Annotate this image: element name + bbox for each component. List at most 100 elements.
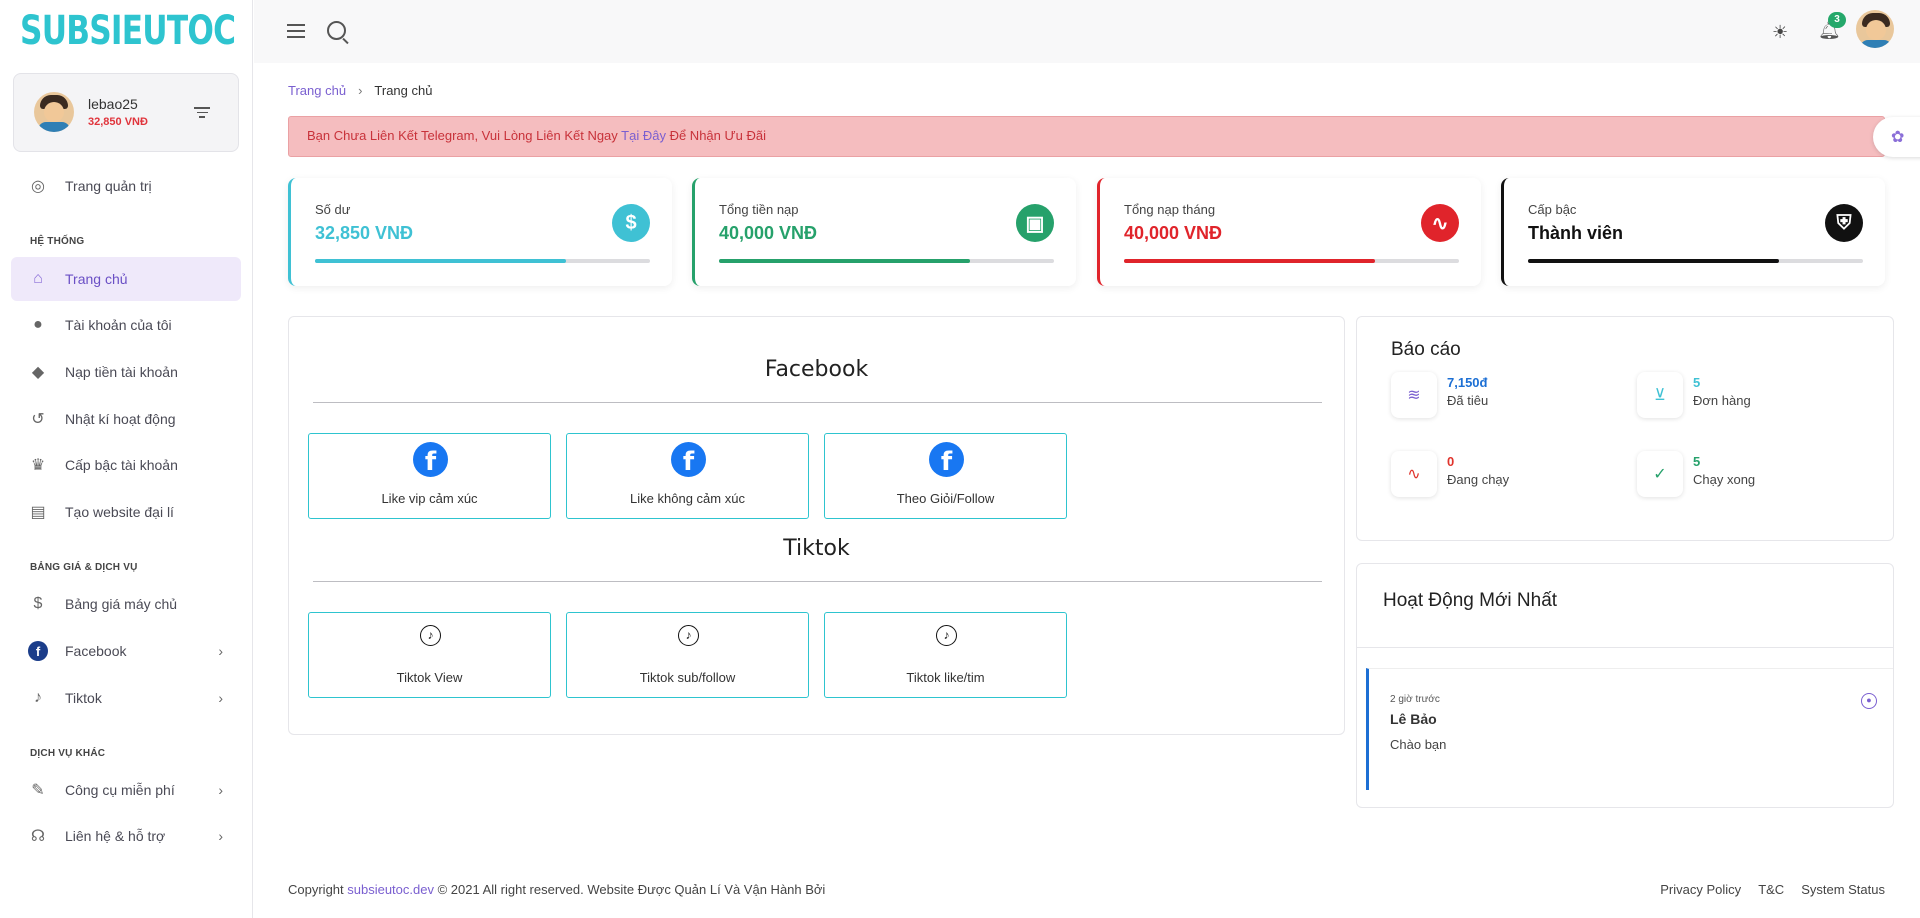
chevron-right-icon: ›: [218, 690, 223, 706]
tiktok-icon: ♪: [936, 625, 957, 646]
facebook-icon: f: [671, 442, 706, 477]
filter-icon[interactable]: [194, 107, 210, 119]
activity-time: 2 giờ trước: [1390, 694, 1440, 705]
user-avatar: [34, 92, 74, 132]
user-balance: 32,850 VNĐ: [88, 116, 148, 128]
facebook-icon: f: [413, 442, 448, 477]
follow-button[interactable]: f Theo Giỏi/Follow: [824, 433, 1067, 519]
chevron-right-icon: ›: [218, 782, 223, 798]
like-no-reaction-button[interactable]: f Like không cảm xúc: [566, 433, 809, 519]
telegram-alert: Bạn Chưa Liên Kết Telegram, Vui Lòng Liê…: [288, 116, 1885, 157]
services-panel: Facebook f Like vip cảm xúc f Like không…: [288, 316, 1345, 735]
headset-icon: ☊: [30, 828, 46, 845]
sidebar-item-admin[interactable]: ◎ Trang quản trị: [11, 164, 241, 208]
settings-gear-icon[interactable]: ✿: [1873, 117, 1920, 157]
sidebar-item-facebook[interactable]: f Facebook ›: [11, 629, 241, 673]
section-bang-gia: BẢNG GIÁ & DỊCH VỤ: [30, 562, 138, 573]
theme-toggle-icon[interactable]: ☀: [1772, 22, 1788, 43]
tiktok-view-button[interactable]: ♪ Tiktok View: [308, 612, 551, 698]
sidebar-item-pricing[interactable]: $ Bảng giá máy chủ: [11, 582, 241, 626]
sidebar-item-label: Nhật kí hoạt động: [65, 411, 176, 427]
dollar-circle-icon: $: [33, 595, 43, 612]
stat-progress: [719, 259, 1054, 263]
tiktok-section-title: Tiktok: [783, 536, 850, 561]
activity-message: Chào bạn: [1390, 737, 1447, 752]
activity-panel: Hoạt Động Mới Nhất 2 giờ trước Lê Bảo Ch…: [1356, 563, 1894, 808]
report-label: Đã tiêu: [1447, 393, 1489, 408]
sidebar-item-rank[interactable]: ♛ Cấp bậc tài khoản: [11, 443, 241, 487]
service-label: Like vip cảm xúc: [381, 491, 478, 506]
report-value: 7,150đ: [1447, 375, 1488, 390]
report-value: 5: [1693, 454, 1701, 469]
sidebar-item-account[interactable]: ● Tài khoản của tôi: [11, 303, 241, 347]
sidebar-item-tools[interactable]: ✎ Công cụ miễn phí ›: [11, 768, 241, 812]
chevron-right-icon: ›: [218, 643, 223, 659]
database-icon: ≋: [1391, 372, 1437, 418]
copyright-text: Copyright: [288, 882, 348, 897]
sidebar-item-topup[interactable]: ◆ Nạp tiền tài khoản: [11, 350, 241, 394]
sidebar-item-label: Trang chủ: [65, 271, 128, 287]
sidebar-item-tiktok[interactable]: ♪ Tiktok ›: [11, 676, 241, 720]
alert-link[interactable]: Tại Đây: [621, 128, 666, 143]
wallet-icon: ▣: [1016, 204, 1054, 242]
history-icon: ↺: [31, 411, 45, 428]
tiktok-follow-button[interactable]: ♪ Tiktok sub/follow: [566, 612, 809, 698]
stat-value: 40,000 VNĐ: [1124, 223, 1223, 243]
facebook-section-title: Facebook: [764, 357, 869, 382]
sidebar-item-agency[interactable]: ▤ Tạo website đại lí: [11, 490, 241, 534]
service-label: Tiktok like/tim: [906, 670, 985, 685]
tiktok-like-button[interactable]: ♪ Tiktok like/tim: [824, 612, 1067, 698]
target-icon: ◎: [31, 178, 45, 195]
stat-label: Cấp bậc: [1528, 202, 1577, 217]
status-link[interactable]: System Status: [1801, 882, 1885, 897]
divider: [313, 402, 1322, 403]
service-label: Tiktok View: [396, 670, 463, 685]
stat-value: 32,850 VNĐ: [315, 223, 414, 243]
report-title: Báo cáo: [1391, 339, 1461, 360]
notification-badge: 3: [1828, 12, 1846, 28]
user-card[interactable]: lebao25 32,850 VNĐ: [13, 73, 239, 152]
profile-avatar[interactable]: [1856, 10, 1894, 48]
brand-logo[interactable]: SUBSIEUTOC: [20, 8, 236, 54]
presentation-icon: ▤: [30, 504, 46, 521]
sidebar-item-history[interactable]: ↺ Nhật kí hoạt động: [11, 397, 241, 441]
site-link[interactable]: subsieutoc.dev: [347, 882, 434, 897]
chevron-right-icon: ›: [358, 83, 363, 98]
check-icon: ✓: [1637, 451, 1683, 497]
stat-card-monthly-topup: Tổng nạp tháng 40,000 VNĐ ∿: [1097, 178, 1481, 286]
sidebar-item-home[interactable]: ⌂ Trang chủ: [11, 257, 241, 301]
topbar: ☀ 🔔︎ 3: [254, 0, 1920, 63]
tiktok-icon: ♪: [678, 625, 699, 646]
activity-title: Hoạt Động Mới Nhất: [1383, 590, 1558, 611]
alert-text: Bạn Chưa Liên Kết Telegram, Vui Lòng Liê…: [307, 128, 622, 143]
stat-label: Tổng tiền nạp: [719, 202, 799, 217]
breadcrumb-home[interactable]: Trang chủ: [288, 83, 346, 98]
sidebar-item-label: Liên hệ & hỗ trợ: [65, 828, 166, 844]
sidebar-item-support[interactable]: ☊ Liên hệ & hỗ trợ ›: [11, 814, 241, 858]
home-icon: ⌂: [33, 270, 43, 287]
sidebar-item-label: Facebook: [65, 643, 127, 659]
user-circle-icon: ●: [1861, 693, 1877, 709]
dollar-icon: $: [612, 204, 650, 242]
sidebar-item-label: Bảng giá máy chủ: [65, 596, 178, 612]
alert-text-end: Để Nhận Ưu Đãi: [665, 128, 766, 143]
breadcrumb: Trang chủ › Trang chủ: [288, 83, 432, 98]
search-icon[interactable]: [327, 21, 346, 40]
report-value: 5: [1693, 375, 1701, 390]
stat-card-rank: Cấp bậc Thành viên ⛨: [1501, 178, 1885, 286]
sidebar-item-label: Cấp bậc tài khoản: [65, 457, 178, 473]
like-vip-button[interactable]: f Like vip cảm xúc: [308, 433, 551, 519]
tiktok-icon: ♪: [420, 625, 441, 646]
divider: [313, 581, 1322, 582]
stat-progress: [315, 259, 650, 263]
terms-link[interactable]: T&C: [1758, 882, 1784, 897]
divider: [1357, 647, 1893, 648]
menu-icon[interactable]: [287, 24, 305, 42]
privacy-link[interactable]: Privacy Policy: [1660, 882, 1741, 897]
tiktok-icon: ♪: [34, 689, 42, 706]
activity-item[interactable]: 2 giờ trước Lê Bảo Chào bạn ●: [1366, 668, 1893, 790]
service-label: Theo Giỏi/Follow: [896, 491, 995, 506]
facebook-icon: f: [27, 640, 49, 662]
report-value: 0: [1447, 454, 1455, 469]
footer-copyright: Copyright subsieutoc.dev © 2021 All righ…: [288, 882, 825, 897]
